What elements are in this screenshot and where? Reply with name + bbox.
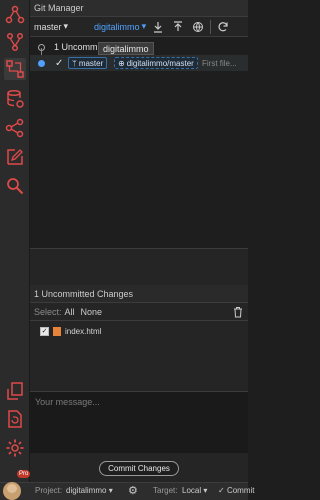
chevron-down-icon: ▾ (63, 21, 69, 31)
project-value: digitalimmo (66, 486, 107, 495)
changes-header: 1 Uncommitted Changes (30, 285, 248, 303)
avatar[interactable] (3, 482, 21, 500)
file-name: index.html (65, 326, 102, 336)
push-icon (174, 20, 183, 31)
commit-message-input[interactable]: Your message... (30, 391, 248, 453)
branch-icon: ᛘ (72, 58, 77, 68)
globe-icon: ⊕ (118, 58, 125, 68)
pull-button[interactable] (150, 19, 166, 35)
hierarchy-icon[interactable] (4, 4, 26, 26)
refresh-icon (218, 21, 228, 31)
chevron-down-icon: ▾ (141, 21, 147, 31)
toolbar-divider (210, 19, 212, 34)
open-remote-button[interactable] (190, 19, 206, 35)
refresh-button[interactable] (215, 19, 231, 35)
commit-row[interactable]: ✓ ᛘ master ⊕ digitalimmo/master First fi… (30, 55, 248, 71)
project-dropdown[interactable]: digitalimmo ▾ (66, 486, 113, 495)
remote-label: digitalimmo (94, 21, 140, 32)
branch-tag[interactable]: ᛘ master (68, 57, 108, 69)
globe-icon (193, 21, 204, 32)
select-bar: Select: All None (30, 303, 248, 321)
pro-badge: Pro (17, 470, 31, 478)
panel-title: Git Manager (30, 0, 248, 17)
status-bar: Project: digitalimmo ▾ ⚙ Target: Local ▾… (0, 482, 255, 500)
target-label: Target: (153, 486, 178, 495)
activity-bar (0, 0, 30, 500)
target-dropdown[interactable]: Local ▾ (182, 486, 207, 495)
database-icon[interactable] (4, 88, 26, 110)
commit-status-button[interactable]: ✓ Commit (218, 486, 255, 495)
commit-history: 1 Uncommitted digitalimmo ✓ ᛘ master ⊕ d… (30, 37, 248, 249)
branch-dropdown[interactable]: master ▾ (34, 21, 68, 32)
file-checkbox[interactable]: ✓ (40, 326, 49, 336)
project-label: Project: (35, 486, 63, 495)
commit-message: First file... (202, 58, 237, 68)
target-value: Local (182, 486, 202, 495)
remote-tag[interactable]: ⊕ digitalimmo/master (114, 57, 198, 69)
branch-tag-label: master (78, 58, 104, 68)
remote-tag-label: digitalimmo/master (126, 58, 194, 68)
gear-icon[interactable] (4, 437, 26, 459)
restore-icon[interactable] (4, 408, 26, 430)
checkmark-icon: ✓ (218, 486, 225, 495)
settings-gear-icon[interactable]: ⚙ (128, 484, 138, 497)
remote-dropdown[interactable]: digitalimmo ▾ (94, 21, 146, 32)
uncommitted-row[interactable]: 1 Uncommitted digitalimmo (30, 39, 248, 55)
git-manager-icon[interactable] (4, 58, 26, 80)
edit-icon[interactable] (4, 146, 26, 168)
html-file-icon (53, 326, 61, 336)
git-graph-icon[interactable] (4, 31, 26, 53)
file-row[interactable]: ✓ index.html (30, 324, 248, 338)
commit-button-area: Commit Changes (30, 456, 248, 480)
commit-status-label: Commit (226, 486, 255, 495)
select-all-link[interactable]: All (65, 307, 75, 317)
select-label: Select: (34, 306, 62, 317)
message-placeholder: Your message... (35, 397, 100, 407)
search-icon[interactable] (4, 175, 26, 197)
git-toolbar: master ▾ digitalimmo ▾ (30, 17, 248, 37)
remote-tooltip: digitalimmo (98, 42, 154, 55)
graph-node (38, 60, 45, 67)
chevron-down-icon: ▾ (108, 486, 113, 495)
checkmark-icon: ✓ (55, 57, 64, 69)
branch-label: master (34, 21, 62, 32)
pull-icon (154, 21, 163, 33)
trash-icon[interactable] (232, 306, 244, 318)
chevron-down-icon: ▾ (203, 486, 208, 495)
push-button[interactable] (170, 19, 186, 35)
commit-changes-button[interactable]: Commit Changes (99, 460, 179, 476)
share-icon[interactable] (4, 117, 26, 139)
select-none-link[interactable]: None (81, 307, 103, 317)
export-icon[interactable] (4, 380, 26, 402)
